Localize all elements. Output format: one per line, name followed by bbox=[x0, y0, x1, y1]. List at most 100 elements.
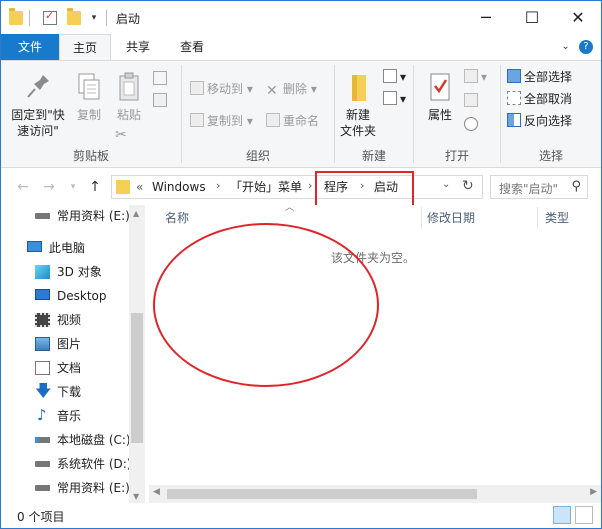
address-bar[interactable]: « Windows › 「开始」菜单 › 程序 › 启动 ⌄ ↻ bbox=[111, 175, 483, 199]
tab-home[interactable]: 主页 bbox=[59, 34, 111, 61]
move-to-icon bbox=[190, 81, 204, 95]
scroll-right-icon[interactable]: ▶ bbox=[590, 487, 597, 497]
scroll-up-icon[interactable]: ▲ bbox=[133, 209, 139, 218]
copy-icon bbox=[74, 71, 104, 103]
horizontal-scrollbar[interactable]: ◀ ▶ bbox=[149, 485, 601, 503]
scroll-down-icon[interactable]: ▼ bbox=[133, 492, 139, 501]
new-item-icon bbox=[383, 69, 397, 83]
video-icon bbox=[35, 313, 50, 327]
group-open: 属性 ▾ 打开 bbox=[414, 61, 500, 167]
breadcrumb-chevron-icon[interactable]: › bbox=[308, 179, 312, 192]
recent-locations-icon[interactable]: ▾ bbox=[63, 177, 83, 197]
select-none-button[interactable]: 全部取消 bbox=[507, 89, 572, 109]
column-header-name[interactable]: 名称 bbox=[165, 205, 189, 231]
history-button[interactable] bbox=[464, 115, 481, 135]
pin-quick-access-button[interactable]: 固定到"快 速访问" bbox=[7, 71, 69, 139]
nav-item-drive-c[interactable]: 本地磁盘 (C:) bbox=[1, 429, 131, 451]
folder-icon bbox=[116, 180, 130, 194]
history-icon bbox=[464, 117, 478, 131]
rename-button[interactable]: 重命名 bbox=[266, 111, 319, 131]
properties-button[interactable]: 属性 bbox=[422, 71, 458, 123]
delete-button[interactable]: ✕ 删除 ▾ bbox=[266, 79, 317, 99]
title-bar: ▾ 启动 ─ ☐ ✕ bbox=[1, 1, 601, 34]
search-box[interactable]: 搜索"启动" ⚲ bbox=[490, 175, 588, 199]
column-header-type[interactable]: 类型 bbox=[545, 205, 569, 231]
pictures-icon bbox=[35, 337, 50, 351]
folder-icon bbox=[9, 8, 23, 25]
nav-item-drive-d[interactable]: 系统软件 (D:) bbox=[1, 453, 131, 475]
forward-arrow-icon[interactable]: → bbox=[39, 177, 59, 197]
nav-item-label: 3D 对象 bbox=[57, 265, 102, 279]
scrollbar-thumb[interactable] bbox=[167, 489, 477, 499]
cut-button[interactable]: ✂ bbox=[115, 123, 132, 143]
nav-item-downloads[interactable]: 🡇 下载 bbox=[1, 381, 129, 403]
tab-share[interactable]: 共享 bbox=[115, 34, 161, 60]
nav-item-this-pc[interactable]: 此电脑 bbox=[1, 237, 129, 259]
minimize-button[interactable]: ─ bbox=[463, 1, 509, 34]
window-title: 启动 bbox=[116, 12, 141, 26]
paste-shortcut-button[interactable] bbox=[153, 91, 170, 111]
invert-selection-button[interactable]: 反向选择 bbox=[507, 111, 572, 131]
search-icon[interactable]: ⚲ bbox=[571, 179, 581, 194]
tab-view[interactable]: 查看 bbox=[169, 34, 215, 60]
breadcrumb-overflow[interactable]: « bbox=[136, 179, 143, 195]
annotation-highlight-box bbox=[315, 171, 414, 209]
column-divider[interactable] bbox=[421, 207, 422, 229]
copy-button[interactable]: 复制 bbox=[71, 71, 107, 123]
nav-item-drive-e[interactable]: 常用资料 (E:) bbox=[1, 477, 130, 499]
scrollbar-thumb[interactable] bbox=[131, 313, 143, 443]
quick-access-dropdown-icon[interactable]: ▾ bbox=[88, 11, 100, 25]
copy-path-button[interactable] bbox=[153, 69, 170, 89]
refresh-icon[interactable]: ↻ bbox=[462, 178, 474, 194]
expand-ribbon-icon[interactable]: ⌄ bbox=[561, 41, 569, 52]
properties-icon[interactable] bbox=[43, 9, 57, 25]
details-view-icon[interactable] bbox=[553, 506, 571, 524]
new-item-button[interactable]: ▾ bbox=[383, 67, 406, 87]
column-header-modified[interactable]: 修改日期 bbox=[427, 205, 475, 231]
new-folder-button[interactable]: 新建 文件夹 bbox=[337, 71, 379, 139]
nav-scrollbar[interactable]: ▲ ▼ bbox=[129, 205, 145, 503]
new-folder-icon[interactable] bbox=[67, 8, 81, 25]
column-divider[interactable] bbox=[537, 207, 538, 229]
paste-icon bbox=[114, 71, 144, 103]
help-icon[interactable]: ? bbox=[579, 40, 593, 54]
tab-file[interactable]: 文件 bbox=[1, 34, 59, 60]
close-button[interactable]: ✕ bbox=[555, 1, 601, 34]
navigation-bar: ← → ▾ ↑ « Windows › 「开始」菜单 › 程序 › 启动 ⌄ ↻… bbox=[1, 169, 601, 205]
nav-item-videos[interactable]: 视频 bbox=[1, 309, 129, 331]
download-icon: 🡇 bbox=[35, 381, 52, 400]
group-new: 新建 文件夹 ▾ ▾ 新建 bbox=[335, 61, 413, 167]
nav-item-documents[interactable]: 文档 bbox=[1, 357, 129, 379]
move-to-button[interactable]: 移动到 ▾ bbox=[190, 79, 253, 99]
back-arrow-icon[interactable]: ← bbox=[13, 177, 33, 197]
nav-item-pictures[interactable]: 图片 bbox=[1, 333, 129, 355]
scroll-left-icon[interactable]: ◀ bbox=[153, 487, 160, 497]
copy-to-button[interactable]: 复制到 ▾ bbox=[190, 111, 253, 131]
paste-button[interactable]: 粘贴 bbox=[111, 71, 147, 123]
address-dropdown-icon[interactable]: ⌄ bbox=[442, 179, 450, 190]
nav-item-desktop[interactable]: Desktop bbox=[1, 285, 129, 307]
maximize-button[interactable]: ☐ bbox=[509, 1, 555, 34]
breadcrumb-windows[interactable]: Windows bbox=[152, 179, 206, 195]
drive-icon bbox=[35, 213, 50, 219]
large-icons-view-icon[interactable] bbox=[575, 506, 593, 524]
delete-icon: ✕ bbox=[266, 83, 278, 99]
new-folder-icon bbox=[343, 71, 373, 103]
breadcrumb-start-menu[interactable]: 「开始」菜单 bbox=[230, 179, 302, 195]
nav-item-label: 音乐 bbox=[57, 409, 82, 423]
breadcrumb-chevron-icon[interactable]: › bbox=[216, 179, 220, 192]
nav-item-drive-e-top[interactable]: 常用资料 (E:) bbox=[1, 205, 130, 227]
move-to-label: 移动到 bbox=[207, 82, 244, 96]
music-icon: ♪ bbox=[37, 406, 47, 424]
nav-item-3d-objects[interactable]: 3D 对象 bbox=[1, 261, 129, 283]
navigation-pane: 常用资料 (E:) 此电脑 3D 对象 Desktop 视频 图片 文档 🡇 下… bbox=[1, 205, 145, 503]
up-arrow-icon[interactable]: ↑ bbox=[85, 177, 105, 197]
group-organize: 移动到 ▾ 复制到 ▾ ✕ 删除 ▾ 重命名 组织 bbox=[182, 61, 334, 167]
open-button[interactable]: ▾ bbox=[464, 67, 487, 87]
easy-access-button[interactable]: ▾ bbox=[383, 89, 406, 109]
select-all-button[interactable]: 全部选择 bbox=[507, 67, 572, 87]
delete-label: 删除 bbox=[283, 82, 308, 96]
status-bar: 0 个项目 bbox=[1, 503, 601, 528]
nav-item-music[interactable]: ♪ 音乐 bbox=[1, 405, 129, 427]
edit-button[interactable] bbox=[464, 91, 481, 111]
